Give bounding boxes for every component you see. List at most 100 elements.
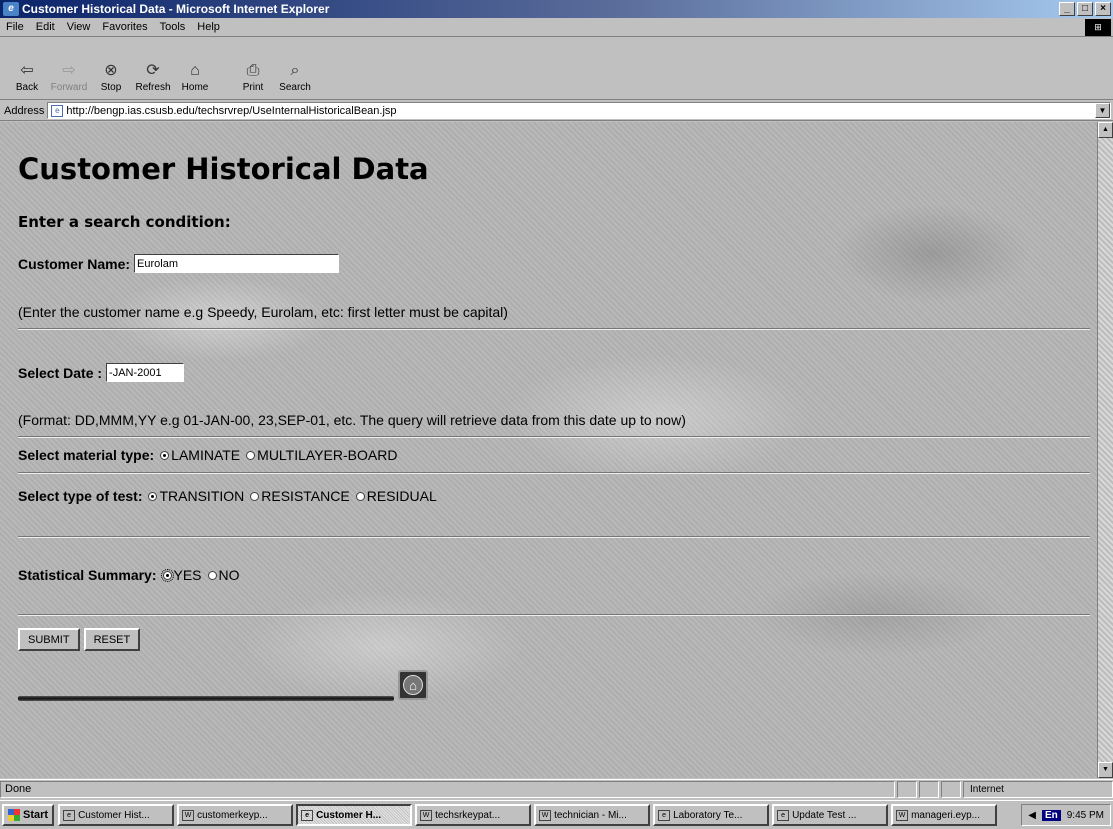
search-button[interactable]: ⌕ Search [276,62,314,93]
start-label: Start [23,809,49,821]
address-field[interactable]: e http://bengp.ias.csusb.edu/techsrvrep/… [47,102,1111,119]
print-icon: ⎙ [246,62,260,79]
scroll-up-icon[interactable]: ▲ [1098,122,1113,138]
date-label: Select Date : [18,364,103,381]
taskbar-item[interactable]: Wmanageri.eyp... [891,804,998,826]
date-row: Select Date : [18,363,185,382]
taskbar: Start e Customer Hist... Wcustomerkeyp...… [0,800,1113,829]
back-label: Back [15,82,39,93]
radio-icon [246,450,256,460]
system-tray: ◀ En 9:45 PM [1021,804,1111,826]
windows-flag-icon [8,809,20,821]
taskbar-item[interactable]: Wtechsrkeypat... [415,804,532,826]
address-dropdown-icon[interactable]: ▼ [1095,103,1110,118]
status-cell [897,781,917,798]
vertical-scrollbar[interactable]: ▲ ▼ [1097,122,1113,778]
customer-name-row: Customer Name: [18,254,340,273]
start-button[interactable]: Start [2,804,55,826]
summary-radio-no[interactable]: NO [207,567,240,583]
status-text: Done [0,781,895,798]
test-type-label: Select type of test: [18,488,143,504]
ie-icon: e [658,809,671,821]
radio-icon [250,491,260,501]
taskbar-item-label: Laboratory Te... [673,809,743,821]
material-radio-laminate[interactable]: LAMINATE [160,447,240,463]
document-icon: W [420,809,433,821]
search-subheading: Enter a search condition: [18,213,231,231]
taskbar-item[interactable]: e Update Test ... [772,804,889,826]
menu-file[interactable]: File [0,21,30,33]
taskbar-item[interactable]: Wtechnician - Mi... [534,804,651,826]
test-radio-transition[interactable]: TRANSITION [148,488,244,504]
stop-button[interactable]: ⊗ Stop [92,62,130,93]
print-button[interactable]: ⎙ Print [234,62,272,93]
menu-help[interactable]: Help [191,21,226,33]
material-radio-multilayer[interactable]: MULTILAYER-BOARD [246,447,397,463]
taskbar-item[interactable]: e Laboratory Te... [653,804,770,826]
document-icon: W [896,809,909,821]
refresh-label: Refresh [135,82,171,93]
back-button[interactable]: ⇦ Back [8,62,46,93]
page-title: Customer Historical Data [18,152,429,186]
stop-icon: ⊗ [104,62,118,79]
submit-button[interactable]: SUBMIT [18,628,80,651]
search-icon: ⌕ [290,62,300,79]
radio-icon [160,450,170,460]
taskbar-item-label: customerkeyp... [197,809,268,821]
document-icon: W [182,809,195,821]
customer-name-label: Customer Name: [18,255,131,272]
window-title: Customer Historical Data - Microsoft Int… [22,2,330,16]
zone-indicator: Internet [963,781,1113,798]
title-bar: e Customer Historical Data - Microsoft I… [0,0,1113,18]
taskbar-item-active[interactable]: e Customer H... [296,804,413,826]
divider [18,436,1090,438]
status-cell [919,781,939,798]
taskbar-item[interactable]: Wcustomerkeyp... [177,804,294,826]
customer-name-hint: (Enter the customer name e.g Speedy, Eur… [18,304,508,320]
refresh-button[interactable]: ⟳ Refresh [134,62,172,93]
divider [18,614,1090,616]
date-input[interactable] [106,363,185,382]
forward-button[interactable]: ⇨ Forward [50,62,88,93]
customer-name-input[interactable] [134,254,340,273]
minimize-button[interactable]: _ [1059,2,1075,16]
forward-arrow-icon: ⇨ [62,62,76,79]
home-button[interactable]: ⌂ Home [176,62,214,93]
material-label: Select material type: [18,447,155,463]
test-radio-resistance[interactable]: RESISTANCE [250,488,350,504]
home-link-button[interactable]: ⌂ [398,670,428,700]
print-label: Print [242,82,264,93]
ie-icon: e [3,2,19,16]
summary-radio-yes[interactable]: YES [160,567,202,583]
menu-edit[interactable]: Edit [30,21,61,33]
language-indicator[interactable]: En [1041,809,1061,821]
close-button[interactable]: × [1095,2,1111,16]
date-hint: (Format: DD,MMM,YY e.g 01-JAN-00, 23,SEP… [18,412,686,428]
home-label: Home [181,82,209,93]
test-option-label: TRANSITION [159,488,245,504]
menu-view[interactable]: View [61,21,97,33]
test-option-label: RESISTANCE [261,488,350,504]
divider [18,536,1090,538]
menu-tools[interactable]: Tools [154,21,192,33]
divider [18,472,1090,474]
status-bar: Done Internet [0,779,1113,799]
summary-option-label: YES [173,567,202,583]
stop-label: Stop [100,82,122,93]
forward-label: Forward [50,82,88,93]
maximize-button[interactable]: □ [1077,2,1093,16]
taskbar-item-label: technician - Mi... [554,809,627,821]
scroll-down-icon[interactable]: ▼ [1098,762,1113,778]
speaker-icon[interactable]: ◀ [1028,810,1036,821]
menu-bar: File Edit View Favorites Tools Help ⊞ [0,18,1113,37]
radio-icon [355,491,365,501]
menu-favorites[interactable]: Favorites [96,21,153,33]
address-bar: Address e http://bengp.ias.csusb.edu/tec… [0,101,1113,121]
test-radio-residual[interactable]: RESIDUAL [355,488,437,504]
taskbar-item[interactable]: e Customer Hist... [58,804,175,826]
material-option-label: MULTILAYER-BOARD [257,447,398,463]
divider [18,328,1090,330]
back-arrow-icon: ⇦ [20,62,34,79]
reset-button[interactable]: RESET [83,628,141,651]
address-url[interactable]: http://bengp.ias.csusb.edu/techsrvrep/Us… [66,105,1095,117]
